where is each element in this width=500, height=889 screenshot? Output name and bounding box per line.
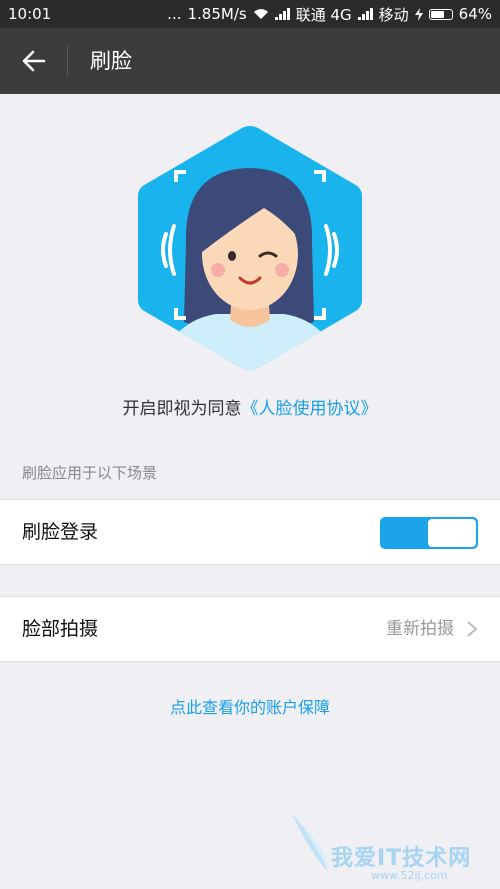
face-login-label: 刷脸登录 <box>22 521 99 543</box>
status-time: 10:01 <box>8 5 52 23</box>
network-speed: 1.85M/s <box>187 5 247 23</box>
watermark-text: 我爱IT技术网 <box>331 846 472 871</box>
watermark-url: www.52ij.com <box>371 869 448 882</box>
app-bar: 刷脸 <box>0 28 500 94</box>
account-security-link[interactable]: 点此查看你的账户保障 <box>0 694 500 718</box>
battery-icon <box>428 8 453 20</box>
status-bar: 10:01 ... 1.85M/s 联通 4G 移动 64% <box>0 0 500 28</box>
signal-icon-2 <box>357 8 373 20</box>
app-bar-divider <box>67 46 68 76</box>
agreement-link[interactable]: 《人脸使用协议》 <box>242 399 378 419</box>
notification-dots: ... <box>167 5 182 23</box>
retake-photo-value: 重新拍摄 <box>386 619 454 639</box>
face-photo-label: 脸部拍摄 <box>22 618 99 640</box>
page-title: 刷脸 <box>90 49 132 73</box>
wifi-icon <box>253 9 268 19</box>
back-button[interactable] <box>14 42 54 80</box>
carrier-1: 联通 4G <box>295 5 352 24</box>
watermark-logo: 我爱IT技术网 www.52ij.com <box>288 812 500 889</box>
face-login-row: 刷脸登录 <box>0 499 500 565</box>
arrow-left-icon <box>22 50 46 72</box>
agreement-prefix: 开启即视为同意 <box>122 399 242 419</box>
face-photo-row[interactable]: 脸部拍摄 重新拍摄 <box>0 596 500 662</box>
battery-level: 64% <box>458 5 492 23</box>
face-login-toggle[interactable] <box>380 517 478 549</box>
toggle-knob <box>428 519 476 547</box>
section-label: 刷脸应用于以下场景 <box>22 464 158 482</box>
chevron-right-icon <box>467 621 478 637</box>
agreement-text: 开启即视为同意《人脸使用协议》 <box>0 394 500 419</box>
carrier-2: 移动 <box>378 5 409 24</box>
status-right: ... 1.85M/s 联通 4G 移动 64% <box>167 4 492 25</box>
face-avatar-illustration <box>136 122 364 374</box>
signal-icon-1 <box>274 8 290 20</box>
charging-icon <box>414 7 423 21</box>
